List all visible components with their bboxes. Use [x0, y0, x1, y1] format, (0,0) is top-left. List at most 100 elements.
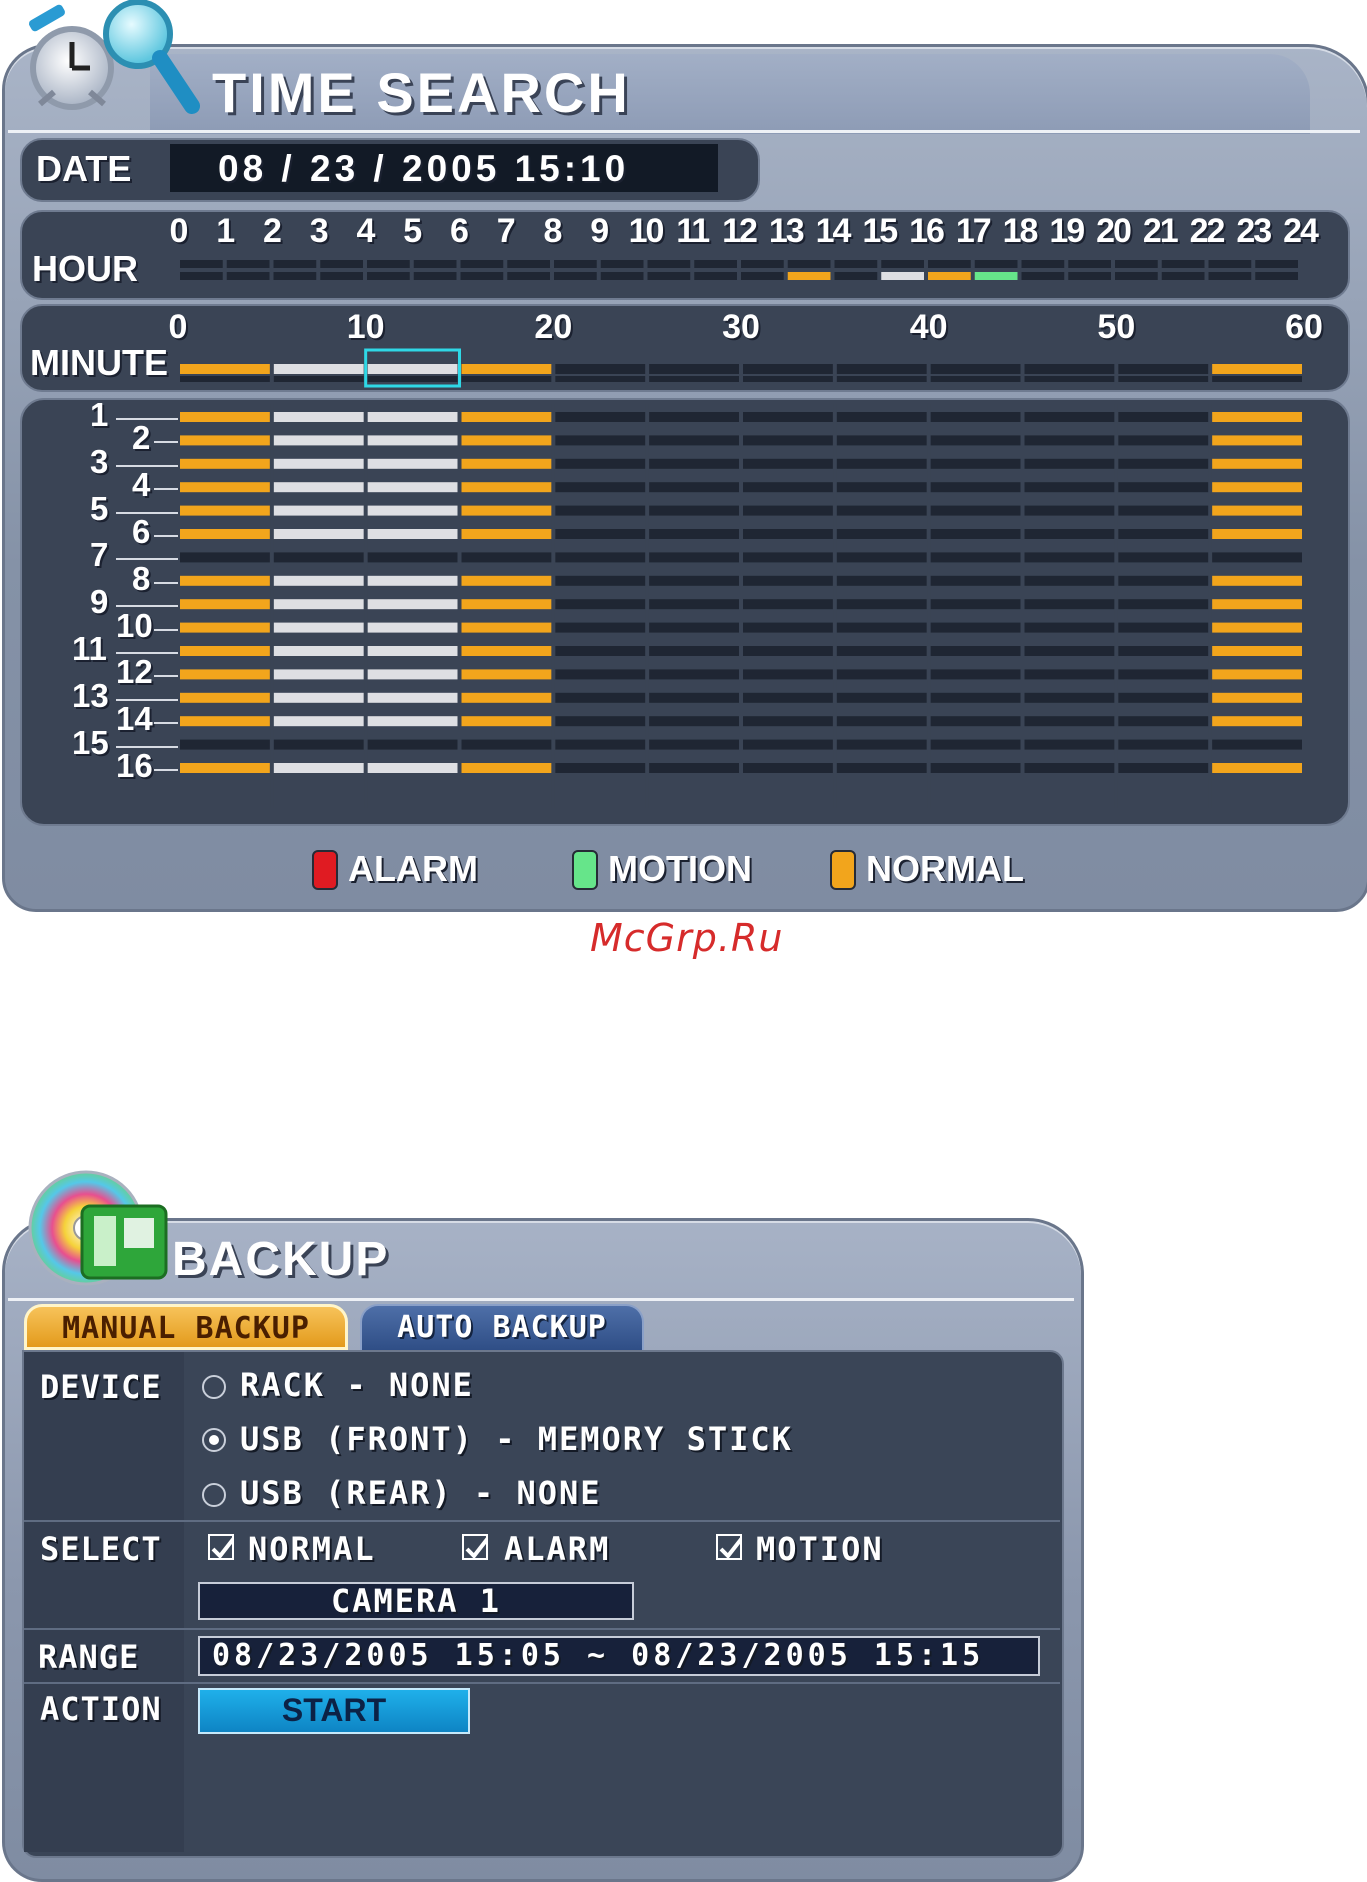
hour-tick: 9 [590, 212, 609, 250]
camera-record-cell [930, 622, 1021, 633]
camera-record-cell [649, 435, 739, 446]
hour-segment [1161, 272, 1205, 280]
camera-record-cell [461, 505, 552, 516]
hour-slot [1208, 260, 1252, 268]
camera-record-cell [367, 435, 458, 446]
tab-manual-backup[interactable]: MANUAL BACKUP [24, 1304, 348, 1350]
camera-record-cell [1212, 505, 1302, 516]
camera-record-cell [1118, 622, 1209, 633]
hour-segment [460, 272, 504, 280]
camera-record-cell [836, 669, 927, 680]
tab-auto-backup[interactable]: AUTO BACKUP [360, 1304, 644, 1350]
hour-slot [928, 260, 971, 268]
divider [8, 130, 1360, 133]
camera-record-grid[interactable] [0, 404, 1367, 816]
camera-record-cell [1118, 529, 1209, 539]
camera-record-cell [1024, 435, 1115, 446]
camera-record-cell [930, 763, 1021, 773]
motion-legend-swatch [572, 850, 598, 890]
minute-timeline[interactable] [0, 348, 1367, 390]
disc-backup-icon [28, 1170, 168, 1286]
minute-slot [1024, 376, 1115, 382]
minute-segment [1118, 364, 1209, 374]
camera-record-cell [555, 763, 646, 773]
minute-tick: 0 [168, 308, 188, 346]
camera-record-cell [743, 763, 833, 773]
hour-tick: 12 [722, 212, 758, 250]
minute-segment [180, 364, 270, 374]
hour-tick: 4 [356, 212, 376, 250]
minute-slot [649, 376, 739, 382]
minute-tick: 10 [346, 308, 385, 346]
camera-record-cell [836, 763, 927, 773]
device-label: DEVICE [40, 1368, 162, 1406]
hour-tick: 20 [1096, 212, 1132, 250]
minute-slot [367, 376, 458, 382]
camera-record-cell [461, 716, 552, 727]
hour-slot [1115, 260, 1158, 268]
camera-record-cell [367, 622, 458, 633]
hour-tick: 24 [1283, 212, 1319, 250]
camera-record-cell [1024, 646, 1115, 656]
camera-record-cell [1212, 692, 1302, 703]
camera-record-cell [180, 692, 270, 703]
camera-record-cell [180, 669, 270, 680]
camera-record-cell [743, 646, 833, 656]
minute-slot [1212, 376, 1302, 382]
hour-segment [1021, 272, 1065, 280]
device-radio-usb-rear[interactable] [202, 1483, 226, 1507]
camera-record-cell [1024, 529, 1115, 539]
hour-segment [974, 272, 1018, 280]
camera-record-cell [649, 552, 739, 563]
camera-record-cell [649, 505, 739, 516]
camera-record-cell [1024, 739, 1115, 750]
start-button[interactable]: START [198, 1688, 470, 1734]
camera-record-cell [1212, 575, 1302, 586]
camera-record-cell [273, 482, 364, 493]
camera-record-cell [273, 552, 364, 563]
camera-record-cell [555, 669, 646, 680]
checkbox-alarm[interactable] [462, 1534, 488, 1560]
checkbox-normal[interactable] [208, 1534, 234, 1560]
camera-record-cell [367, 763, 458, 773]
device-option-rack[interactable]: RACK - NONE [240, 1366, 474, 1404]
hour-tick: 2 [263, 212, 282, 250]
camera-record-cell [461, 552, 552, 563]
camera-record-cell [555, 575, 646, 586]
camera-record-cell [1024, 692, 1115, 703]
camera-record-cell [1024, 669, 1115, 680]
device-option-usb-front[interactable]: USB (FRONT) - MEMORY STICK [240, 1420, 793, 1458]
camera-selector-value: CAMERA 1 [330, 1582, 502, 1620]
minute-slot [555, 376, 646, 382]
camera-record-cell [1212, 435, 1302, 446]
hour-slot [413, 260, 457, 268]
camera-record-cell [180, 435, 270, 446]
device-radio-usb-front[interactable] [202, 1428, 226, 1452]
hour-slot [834, 260, 878, 268]
camera-record-cell [930, 739, 1021, 750]
camera-record-cell [743, 716, 833, 727]
device-radio-rack[interactable] [202, 1375, 226, 1399]
device-option-usb-rear[interactable]: USB (REAR) - NONE [240, 1474, 602, 1512]
camera-record-cell [367, 529, 458, 539]
hour-tick: 23 [1236, 212, 1272, 250]
camera-record-cell [1212, 412, 1302, 422]
hour-tick: 6 [450, 212, 469, 250]
camera-record-cell [461, 692, 552, 703]
camera-record-cell [649, 575, 739, 586]
hour-tick: 7 [496, 212, 516, 250]
camera-record-cell [1024, 575, 1115, 586]
camera-record-cell [649, 692, 739, 703]
hour-timeline[interactable] [0, 256, 1367, 286]
camera-record-cell [367, 646, 458, 656]
hour-tick: 22 [1189, 212, 1226, 250]
camera-record-cell [743, 599, 833, 610]
hour-segment [226, 272, 270, 280]
checkbox-motion[interactable] [716, 1534, 742, 1560]
camera-record-cell [1118, 763, 1209, 773]
select-alarm-label: ALARM [504, 1530, 611, 1568]
camera-record-cell [836, 552, 927, 563]
hour-slot [507, 260, 550, 268]
hour-tick: 19 [1049, 212, 1085, 250]
action-label: ACTION [40, 1690, 162, 1728]
